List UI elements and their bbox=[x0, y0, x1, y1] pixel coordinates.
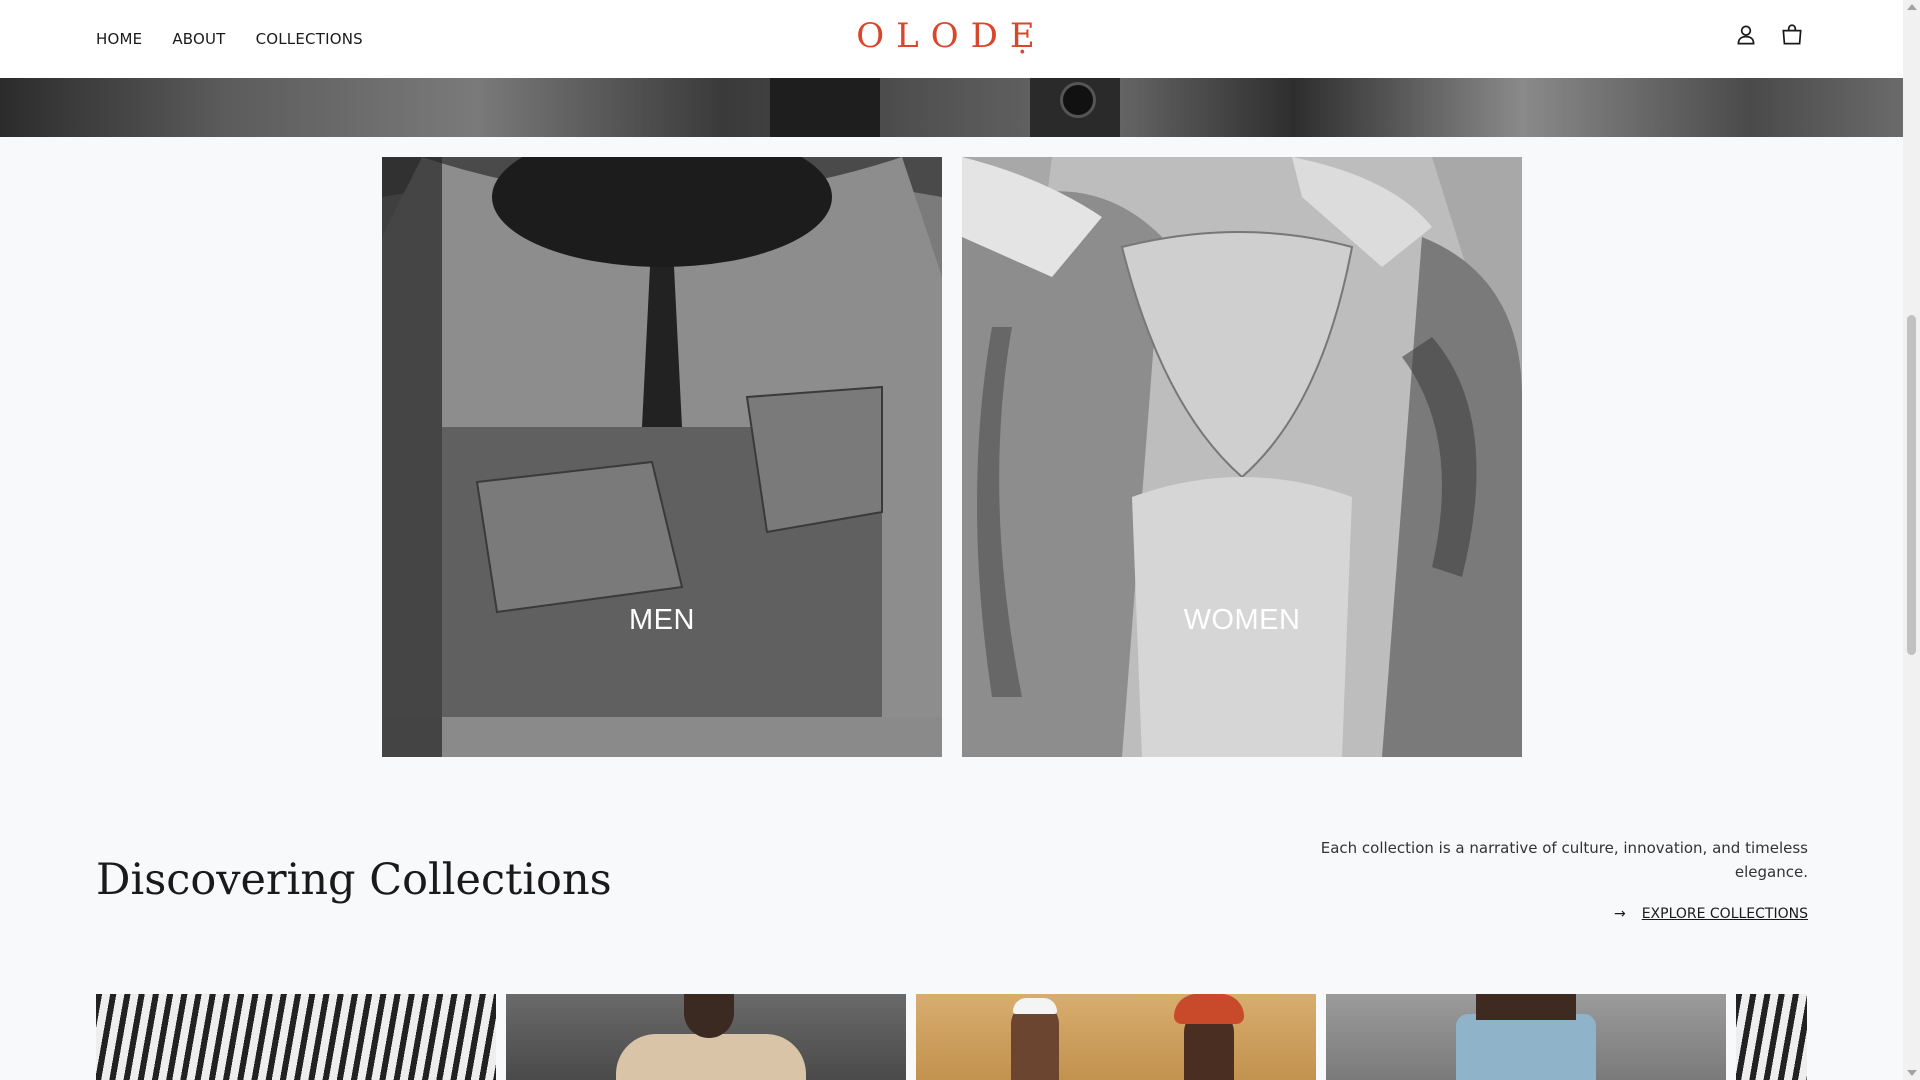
account-icon[interactable] bbox=[1733, 22, 1759, 48]
hero-figure bbox=[770, 78, 880, 137]
collection-image bbox=[1456, 1014, 1596, 1080]
explore-collections: → EXPLORE COLLECTIONS bbox=[1614, 906, 1808, 922]
collection-image bbox=[684, 994, 734, 1038]
nav-home-link[interactable]: HOME bbox=[96, 30, 142, 48]
collection-image bbox=[1476, 994, 1576, 1020]
collection-card[interactable] bbox=[506, 994, 906, 1080]
collections-description: Each collection is a narrative of cultur… bbox=[1320, 839, 1808, 881]
collection-card[interactable] bbox=[96, 994, 496, 1080]
collections-heading: Discovering Collections bbox=[96, 855, 612, 905]
cart-icon[interactable] bbox=[1779, 22, 1805, 48]
explore-collections-link[interactable]: EXPLORE COLLECTIONS bbox=[1642, 906, 1808, 922]
collection-image bbox=[1013, 998, 1057, 1014]
category-tile-women[interactable]: WOMEN bbox=[962, 157, 1522, 757]
page-scrollbar[interactable] bbox=[1903, 0, 1920, 1080]
hero-image bbox=[0, 78, 1903, 137]
main-nav: HOME ABOUT COLLECTIONS bbox=[96, 0, 363, 78]
collection-card[interactable] bbox=[1326, 994, 1726, 1080]
collection-image bbox=[1174, 994, 1244, 1024]
arrow-right-icon: → bbox=[1613, 906, 1626, 922]
category-tile-men[interactable]: MEN bbox=[382, 157, 942, 757]
collection-card[interactable] bbox=[916, 994, 1316, 1080]
hero-watch bbox=[1060, 82, 1096, 118]
category-label-women: WOMEN bbox=[1183, 604, 1301, 636]
scroll-down-icon[interactable] bbox=[1907, 1070, 1917, 1076]
men-image bbox=[382, 157, 942, 757]
scrollbar-thumb[interactable] bbox=[1907, 315, 1916, 655]
collection-carousel bbox=[96, 994, 1807, 1080]
header-actions bbox=[1733, 22, 1805, 48]
collection-image bbox=[616, 1034, 806, 1080]
nav-collections-link[interactable]: COLLECTIONS bbox=[256, 30, 363, 48]
collection-card[interactable] bbox=[1736, 994, 1807, 1080]
scroll-up-icon[interactable] bbox=[1907, 4, 1917, 10]
site-header: HOME ABOUT COLLECTIONS OLODẸ bbox=[0, 0, 1903, 78]
category-label-men: MEN bbox=[629, 604, 695, 636]
women-image bbox=[962, 157, 1522, 757]
brand-logo[interactable]: OLODẸ bbox=[856, 16, 1046, 56]
nav-about-link[interactable]: ABOUT bbox=[172, 30, 225, 48]
